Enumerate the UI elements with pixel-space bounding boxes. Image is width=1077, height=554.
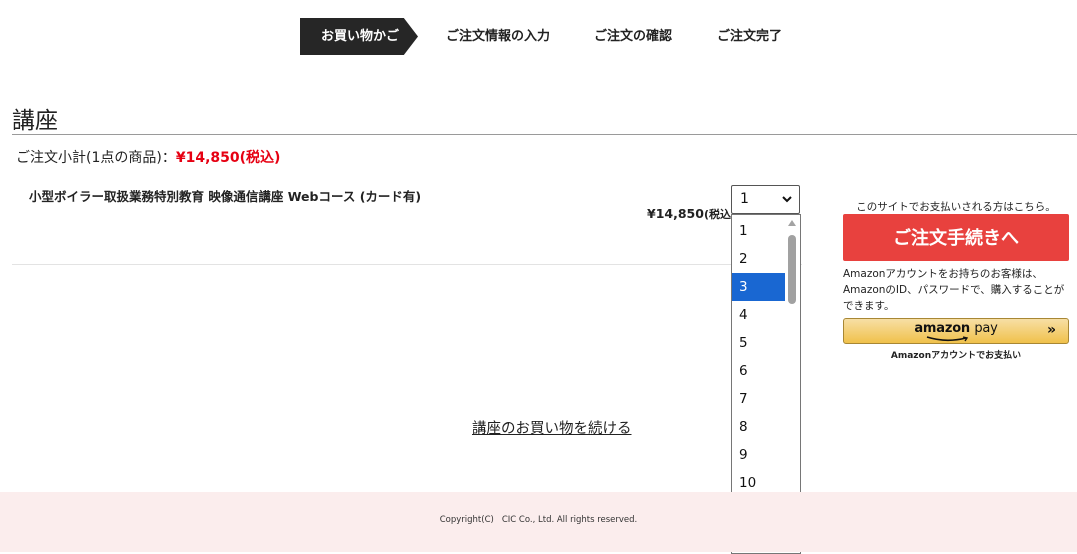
chevron-down-icon [782, 196, 792, 203]
subtotal-label: ご注文小計(1点の商品)： [16, 150, 176, 166]
step-order-info: ご注文情報の入力 [446, 29, 551, 44]
amazon-account-note: Amazonアカウントをお持ちのお客様は、AmazonのID、パスワードで、購入… [843, 268, 1065, 312]
amazon-smile-icon [926, 336, 969, 342]
item-divider [12, 264, 802, 265]
continue-shopping-link[interactable]: 講座のお買い物を続ける [472, 417, 632, 438]
amazon-pay-logo: amazon pay [844, 321, 1068, 336]
item-price: ¥14,850(税込) [647, 206, 736, 222]
step-complete: ご注文完了 [717, 29, 783, 44]
copyright-prefix: Copyright(C) [439, 515, 494, 525]
amazon-pay-button[interactable]: amazon pay » [843, 318, 1069, 344]
quantity-option[interactable]: 9 [732, 441, 792, 469]
quantity-option[interactable]: 3 [732, 273, 792, 301]
amazon-pay-text: pay [974, 321, 998, 336]
step-cart: お買い物かご [300, 18, 418, 55]
item-name: 小型ボイラー取扱業務特別教育 映像通信講座 Webコース (カード有) [29, 189, 422, 204]
quantity-select[interactable]: 1 [731, 185, 800, 214]
copyright: Copyright(C) CIC Co., Ltd. All rights res… [0, 515, 1077, 525]
step-confirm: ご注文の確認 [594, 29, 673, 44]
amazon-logo-text: amazon [914, 321, 970, 336]
title-divider [12, 134, 1077, 135]
quantity-value: 1 [740, 191, 749, 207]
proceed-to-checkout-button[interactable]: ご注文手続きへ [843, 214, 1069, 261]
page-title: 講座 [12, 108, 58, 134]
quantity-option[interactable]: 1 [732, 217, 792, 245]
copyright-text: CIC Co., Ltd. All rights reserved. [501, 515, 638, 525]
item-price-value: ¥14,850 [647, 206, 704, 221]
double-chevron-right-icon: » [1046, 322, 1056, 338]
amazon-pay-caption: Amazonアカウントでお支払い [890, 351, 1022, 361]
scrollbar-thumb[interactable] [788, 235, 796, 304]
quantity-option[interactable]: 2 [732, 245, 792, 273]
quantity-option[interactable]: 7 [732, 385, 792, 413]
quantity-option[interactable]: 5 [732, 329, 792, 357]
payment-note: このサイトでお支払いされる方はこちら。 [856, 201, 1056, 213]
quantity-option[interactable]: 6 [732, 357, 792, 385]
scroll-up-arrow-icon[interactable] [788, 220, 796, 226]
order-subtotal: ご注文小計(1点の商品)：¥14,850(税込) [16, 147, 280, 167]
subtotal-amount: ¥14,850(税込) [175, 150, 281, 166]
quantity-option[interactable]: 8 [732, 413, 792, 441]
footer: Copyright(C) CIC Co., Ltd. All rights res… [0, 492, 1077, 552]
quantity-option[interactable]: 4 [732, 301, 792, 329]
